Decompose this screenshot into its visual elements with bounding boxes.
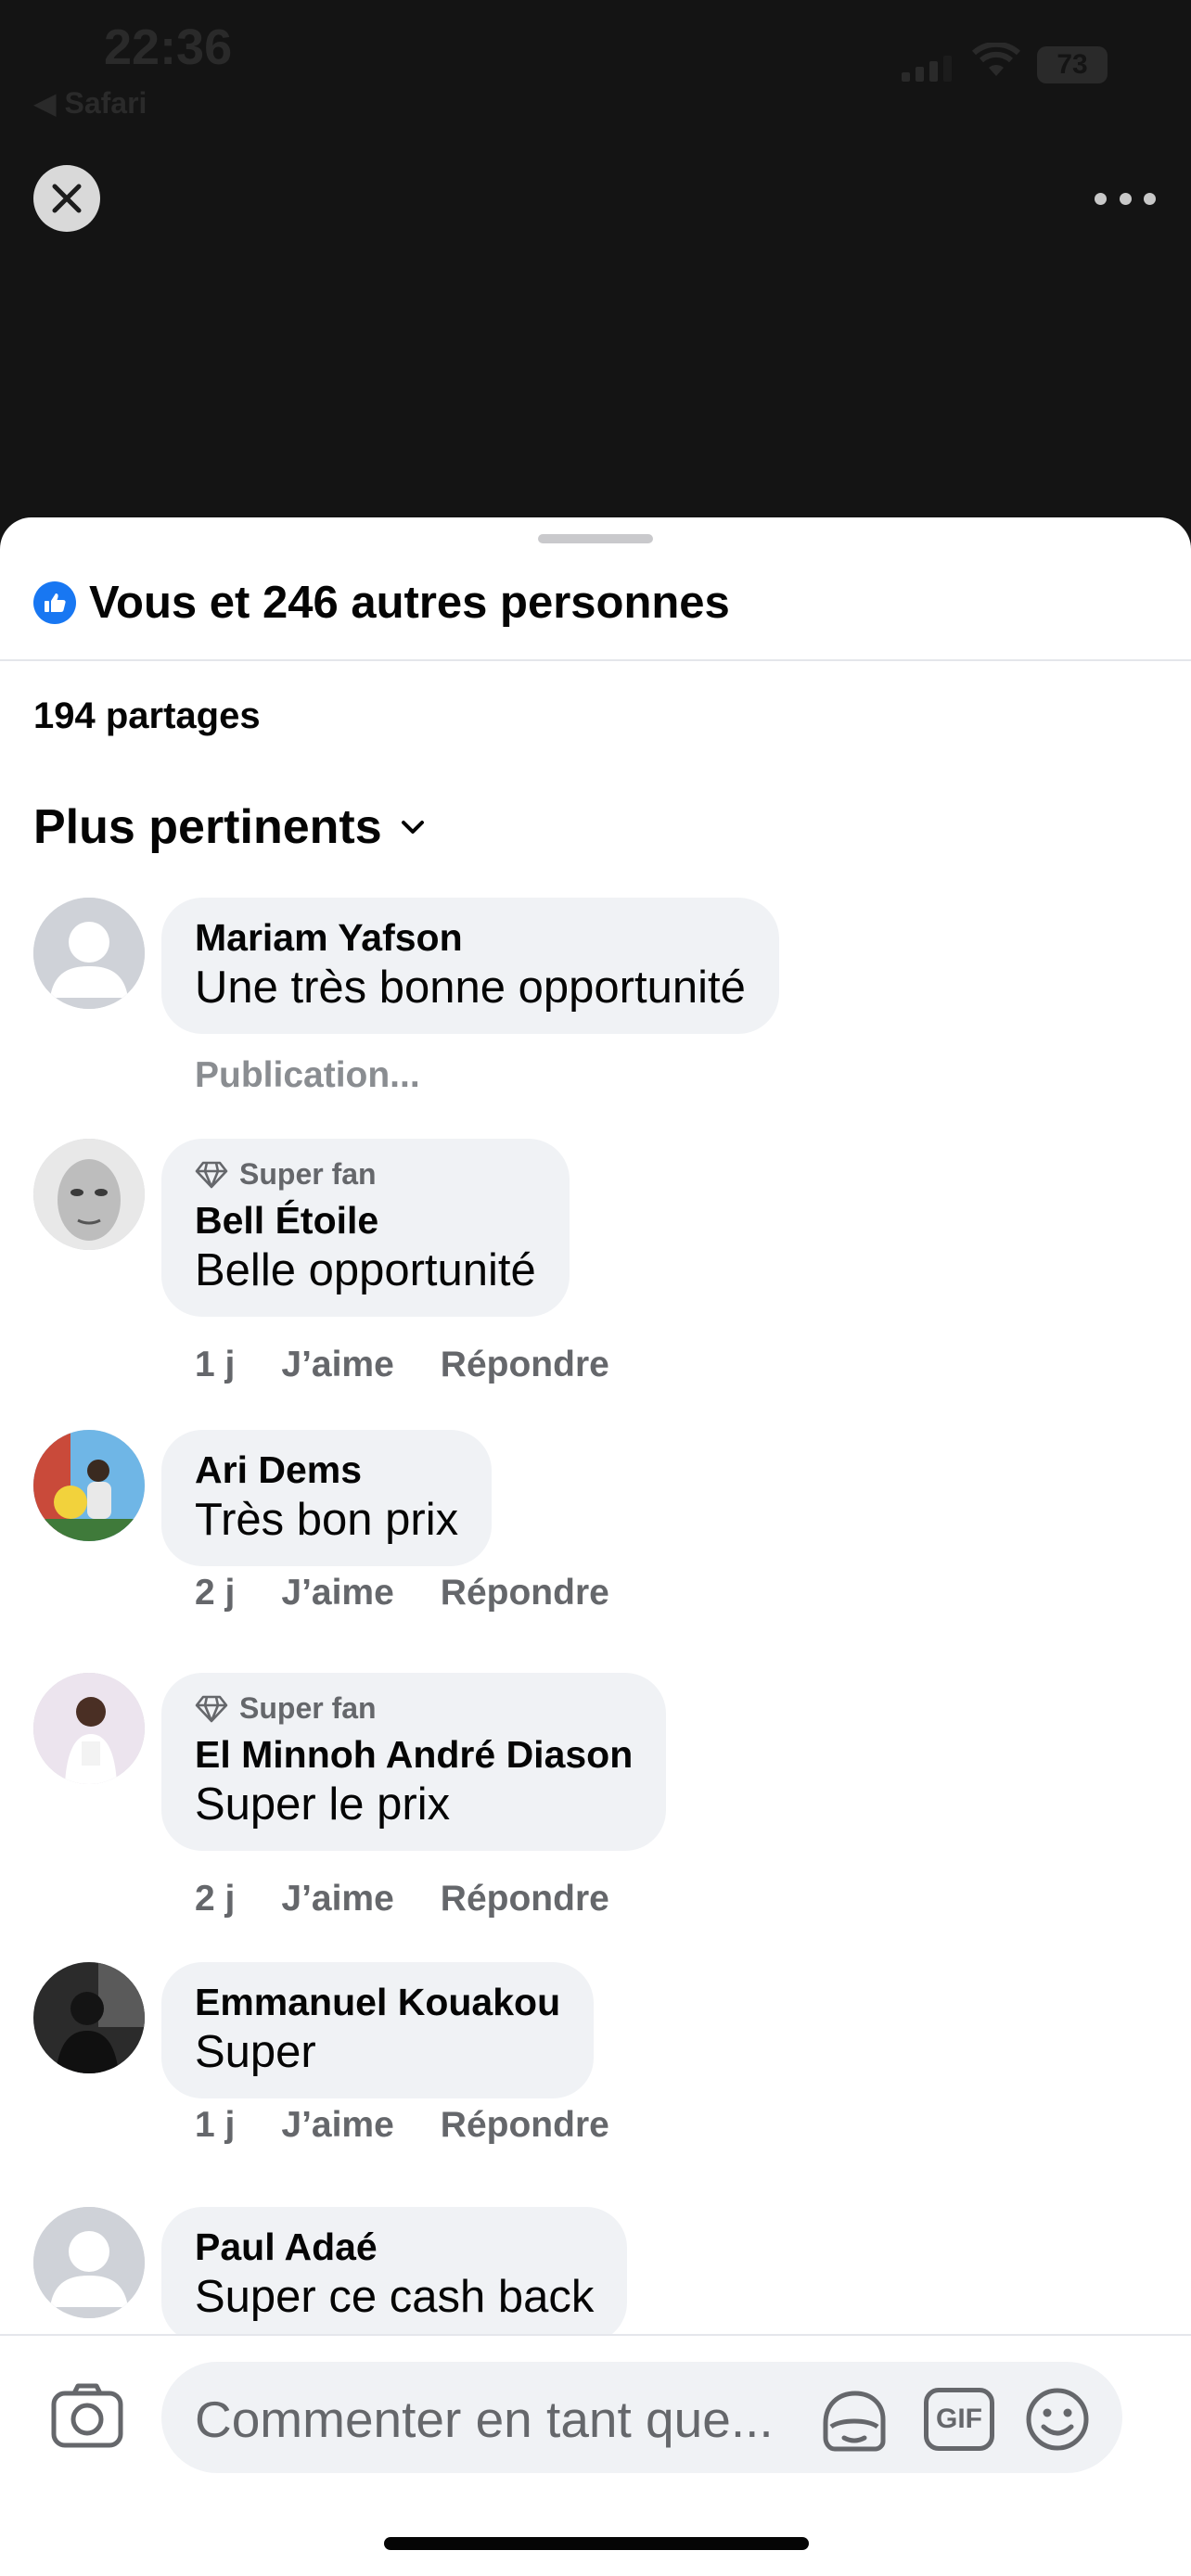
like-reaction-icon <box>33 581 76 624</box>
comment-author[interactable]: Paul Adaé <box>195 2225 594 2269</box>
badge-label: Super fan <box>239 1157 377 1191</box>
comment-actions: 2 j J’aime Répondre <box>195 1573 609 1613</box>
avatar-sticker-icon[interactable] <box>818 2386 890 2453</box>
wifi-icon <box>972 43 1020 76</box>
reply-button[interactable]: Répondre <box>441 1879 609 1919</box>
reply-button[interactable]: Répondre <box>441 1345 609 1385</box>
comment-time: 1 j <box>195 2105 236 2145</box>
comment-text: Très bon prix <box>195 1495 459 1545</box>
like-button[interactable]: J’aime <box>281 1345 393 1385</box>
badge-label: Super fan <box>239 1691 377 1725</box>
sheet-grabber[interactable] <box>538 534 653 543</box>
reply-button[interactable]: Répondre <box>441 2105 609 2146</box>
more-dot <box>1144 192 1156 205</box>
sort-dropdown[interactable]: Plus pertinents <box>33 799 427 855</box>
comment-input[interactable]: Commenter en tant que... GIF <box>161 2362 1122 2473</box>
super-fan-badge: Super fan <box>195 1157 536 1192</box>
comment-author[interactable]: Mariam Yafson <box>195 916 746 960</box>
comment-bubble[interactable]: Emmanuel Kouakou Super <box>161 1962 595 2098</box>
comment-input-placeholder: Commenter en tant que... <box>195 2391 774 2448</box>
chevron-down-icon <box>401 821 424 834</box>
screen: 22:36 ◀ Safari 73 Vous et 246 autres per… <box>0 0 1191 2576</box>
reactions-text: Vous et 246 autres personnes <box>89 578 730 628</box>
comment-text: Super le prix <box>195 1779 451 1830</box>
diamond-icon <box>195 1161 228 1188</box>
more-options-button[interactable] <box>1095 182 1156 215</box>
sort-label: Plus pertinents <box>33 800 382 854</box>
comment-author[interactable]: Ari Dems <box>195 1448 458 1492</box>
reactions-summary[interactable]: Vous et 246 autres personnes <box>33 577 730 629</box>
like-button[interactable]: J’aime <box>281 1879 393 1919</box>
gif-button[interactable]: GIF <box>924 2388 994 2451</box>
close-button[interactable] <box>33 165 100 232</box>
comment-bubble[interactable]: Mariam Yafson Une très bonne opportunité <box>161 898 779 1034</box>
avatar[interactable] <box>33 1673 145 1784</box>
camera-icon[interactable] <box>50 2378 124 2453</box>
cellular-signal-icon <box>902 54 952 82</box>
home-indicator[interactable] <box>384 2537 809 2550</box>
like-button[interactable]: J’aime <box>281 1573 393 1613</box>
divider <box>0 659 1191 661</box>
avatar[interactable] <box>33 1430 145 1541</box>
reply-button[interactable]: Répondre <box>441 1573 609 1613</box>
shares-count[interactable]: 194 partages <box>33 695 261 737</box>
diamond-icon <box>195 1695 228 1722</box>
battery-indicator: 73 <box>1037 46 1108 83</box>
comment-time: 1 j <box>195 1345 236 1384</box>
comment-bubble[interactable]: Ari Dems Très bon prix <box>161 1430 493 1566</box>
status-time: 22:36 <box>104 19 233 75</box>
comment-text: Une très bonne opportunité <box>195 963 746 1013</box>
back-to-safari-link[interactable]: ◀ Safari <box>33 85 147 121</box>
default-avatar-icon <box>33 2207 145 2318</box>
avatar[interactable] <box>33 898 145 1009</box>
avatar[interactable] <box>33 1962 145 2073</box>
comment-text: Super <box>195 2027 316 2077</box>
profile-photo <box>33 1139 145 1250</box>
super-fan-badge: Super fan <box>195 1691 633 1726</box>
more-dot <box>1095 192 1107 205</box>
comment-bubble[interactable]: Super fan Bell Étoile Belle opportunité <box>161 1139 570 1317</box>
like-button[interactable]: J’aime <box>281 2105 393 2146</box>
more-dot <box>1119 192 1132 205</box>
comment-actions: 2 j J’aime Répondre <box>195 1879 609 1919</box>
posting-status: Publication... <box>195 1055 420 1095</box>
avatar[interactable] <box>33 2207 145 2318</box>
comment-bubble[interactable]: Super fan El Minnoh André Diason Super l… <box>161 1673 667 1851</box>
emoji-icon[interactable] <box>1024 2386 1091 2453</box>
comment-author[interactable]: Emmanuel Kouakou <box>195 1981 560 2024</box>
profile-photo <box>33 1962 145 2073</box>
comment-bubble[interactable]: Paul Adaé Super ce cash back <box>161 2207 628 2343</box>
comment-text: Super ce cash back <box>195 2272 595 2322</box>
close-icon <box>52 184 82 213</box>
avatar[interactable] <box>33 1139 145 1250</box>
profile-photo <box>33 1430 145 1541</box>
default-avatar-icon <box>33 898 145 1009</box>
comment-text: Belle opportunité <box>195 1245 536 1295</box>
comment-time: 2 j <box>195 1573 236 1613</box>
comment-author[interactable]: Bell Étoile <box>195 1199 536 1243</box>
profile-photo <box>33 1673 145 1784</box>
comment-time: 2 j <box>195 1879 236 1919</box>
comment-actions: 1 j J’aime Répondre <box>195 1345 609 1385</box>
comment-actions: 1 j J’aime Répondre <box>195 2105 609 2146</box>
comment-author[interactable]: El Minnoh André Diason <box>195 1733 633 1777</box>
comments-sheet: Vous et 246 autres personnes 194 partage… <box>0 517 1191 2576</box>
